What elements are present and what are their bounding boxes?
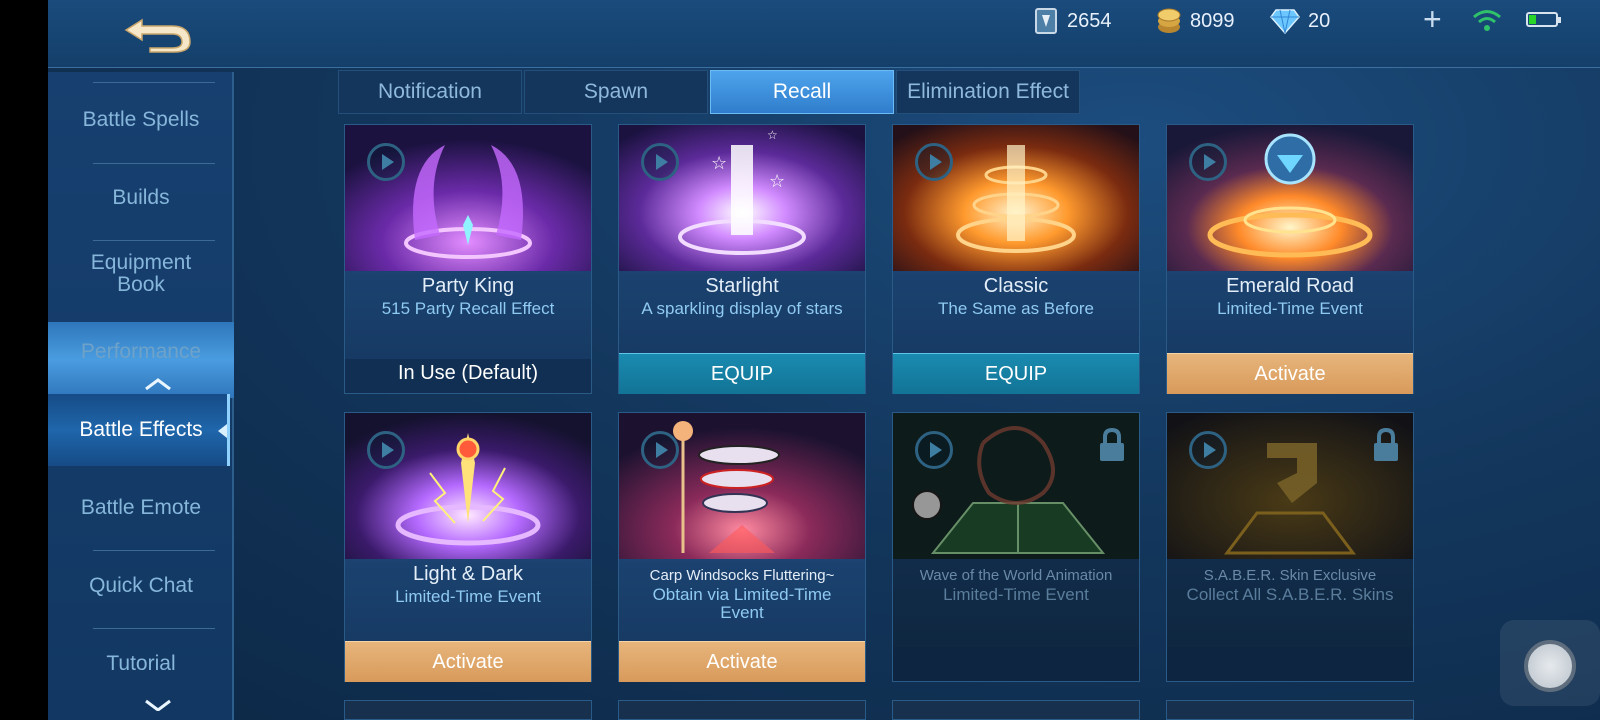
- sidebar-item-battle-effects[interactable]: Battle Effects: [48, 418, 234, 442]
- tab-recall[interactable]: Recall: [710, 70, 894, 114]
- sidebar-item-quick-chat[interactable]: Quick Chat: [48, 574, 234, 598]
- sidebar-divider: [93, 163, 215, 164]
- card-title: Emerald Road: [1226, 275, 1354, 297]
- recall-card-partial[interactable]: [344, 700, 592, 720]
- tab-spawn[interactable]: Spawn: [524, 70, 708, 114]
- diamond-icon: [1270, 9, 1300, 35]
- play-preview-button[interactable]: [1189, 431, 1227, 469]
- ticket-counter[interactable]: 2654: [1033, 6, 1112, 36]
- card-title: Starlight: [705, 275, 779, 297]
- card-info: Wave of the World Animation Limited-Time…: [893, 559, 1139, 647]
- recall-card-wave-of-the-world[interactable]: Wave of the World Animation Limited-Time…: [892, 412, 1140, 682]
- card-description: 515 Party Recall Effect: [381, 299, 555, 318]
- card-title: Carp Windsocks Fluttering~: [649, 567, 835, 584]
- card-title: S.A.B.E.R. Skin Exclusive: [1203, 567, 1377, 584]
- card-description: The Same as Before: [938, 299, 1094, 318]
- play-preview-button[interactable]: [915, 431, 953, 469]
- recall-card-saber-skin[interactable]: S.A.B.E.R. Skin Exclusive Collect All S.…: [1166, 412, 1414, 682]
- recall-card-partial[interactable]: [892, 700, 1140, 720]
- play-preview-button[interactable]: [915, 143, 953, 181]
- sidebar-item-tutorial[interactable]: Tutorial: [48, 652, 234, 676]
- card-description: Obtain via Limited-Time Event: [652, 585, 832, 622]
- gold-coin-icon: [1157, 8, 1181, 33]
- recall-card-carp-windsocks[interactable]: Carp Windsocks Fluttering~ Obtain via Li…: [618, 412, 866, 682]
- card-info: Starlight A sparkling display of stars: [619, 271, 865, 359]
- add-currency-button[interactable]: +: [1423, 3, 1442, 35]
- back-arrow-icon[interactable]: [120, 12, 196, 54]
- svg-text:☆: ☆: [767, 128, 778, 142]
- wifi-icon: [1473, 10, 1501, 31]
- play-preview-button[interactable]: [1189, 143, 1227, 181]
- svg-text:☆: ☆: [769, 171, 785, 192]
- equip-button[interactable]: EQUIP: [893, 353, 1139, 394]
- recall-card-light-and-dark[interactable]: Light & Dark Limited-Time Event Activate: [344, 412, 592, 682]
- card-title: Light & Dark: [412, 563, 524, 585]
- play-preview-button[interactable]: [367, 431, 405, 469]
- card-info: Carp Windsocks Fluttering~ Obtain via Li…: [619, 559, 865, 647]
- lock-icon: [1374, 427, 1398, 461]
- tab-notification[interactable]: Notification: [338, 70, 522, 114]
- sidebar-divider: [93, 240, 215, 241]
- play-preview-button[interactable]: [641, 143, 679, 181]
- app-window: 2654 8099 20 + Battle Spells Builds Equi…: [48, 0, 1600, 720]
- card-description: Limited-Time Event: [943, 585, 1089, 604]
- lock-icon: [1100, 427, 1124, 461]
- card-title: Classic: [983, 275, 1049, 297]
- sidebar-divider: [93, 628, 215, 629]
- activate-button[interactable]: Activate: [1167, 353, 1413, 394]
- card-title: Wave of the World Animation: [919, 567, 1113, 584]
- activate-button[interactable]: Activate: [345, 641, 591, 682]
- settings-sidebar: Battle Spells Builds Equipment Book Perf…: [48, 72, 234, 720]
- in-use-status: In Use (Default): [397, 362, 539, 384]
- sidebar-divider: [93, 82, 215, 83]
- play-preview-button[interactable]: [367, 143, 405, 181]
- recall-card-partial[interactable]: [618, 700, 866, 720]
- sidebar-divider: [93, 550, 215, 551]
- card-info: Classic The Same as Before: [893, 271, 1139, 359]
- battle-point-counter[interactable]: 8099: [1156, 6, 1235, 36]
- play-preview-button[interactable]: [641, 431, 679, 469]
- diamond-counter[interactable]: 20: [1270, 6, 1330, 36]
- card-description: A sparkling display of stars: [641, 299, 843, 318]
- recall-card-party-king[interactable]: Party King 515 Party Recall Effect In Us…: [344, 124, 592, 394]
- diamond-value: 20: [1308, 9, 1331, 32]
- recall-card-partial[interactable]: [1166, 700, 1414, 720]
- battery-icon: [1526, 12, 1561, 27]
- recall-card-classic[interactable]: Classic The Same as Before EQUIP: [892, 124, 1140, 394]
- card-description: Limited-Time Event: [395, 587, 541, 606]
- recall-card-emerald-road[interactable]: Emerald Road Limited-Time Event Activate: [1166, 124, 1414, 394]
- chevron-down-icon[interactable]: [144, 699, 172, 711]
- effect-tabs: Notification Spawn Recall Elimination Ef…: [338, 70, 1080, 114]
- ticket-icon: [1035, 8, 1057, 34]
- floating-assistive-button[interactable]: [1500, 620, 1600, 706]
- sidebar-item-builds[interactable]: Builds: [48, 186, 234, 210]
- card-info: Party King 515 Party Recall Effect: [345, 271, 591, 359]
- sidebar-item-battle-emote[interactable]: Battle Emote: [48, 496, 234, 520]
- assistive-knob-icon: [1524, 640, 1576, 692]
- activate-button[interactable]: Activate: [619, 641, 865, 682]
- card-info: Emerald Road Limited-Time Event: [1167, 271, 1413, 359]
- top-bar: 2654 8099 20 +: [48, 0, 1600, 68]
- card-description: Limited-Time Event: [1217, 299, 1363, 318]
- sidebar-item-equipment-book[interactable]: Equipment Book: [48, 252, 234, 296]
- ticket-value: 2654: [1067, 9, 1112, 32]
- equip-button[interactable]: EQUIP: [619, 353, 865, 394]
- chevron-up-icon[interactable]: [144, 378, 172, 390]
- card-description: Collect All S.A.B.E.R. Skins: [1186, 585, 1394, 604]
- sidebar-item-performance[interactable]: Performance: [48, 340, 234, 364]
- battle-point-value: 8099: [1190, 9, 1235, 32]
- sidebar-item-battle-spells[interactable]: Battle Spells: [48, 108, 234, 132]
- svg-text:☆: ☆: [711, 153, 727, 174]
- card-title: Party King: [421, 275, 515, 297]
- selected-indicator-icon: [218, 424, 227, 438]
- tab-elimination-effect[interactable]: Elimination Effect: [896, 70, 1080, 114]
- card-info: Light & Dark Limited-Time Event: [345, 559, 591, 647]
- card-info: S.A.B.E.R. Skin Exclusive Collect All S.…: [1167, 559, 1413, 647]
- recall-card-starlight[interactable]: ☆ ☆ ☆ Starlight A sparkling display of s…: [618, 124, 866, 394]
